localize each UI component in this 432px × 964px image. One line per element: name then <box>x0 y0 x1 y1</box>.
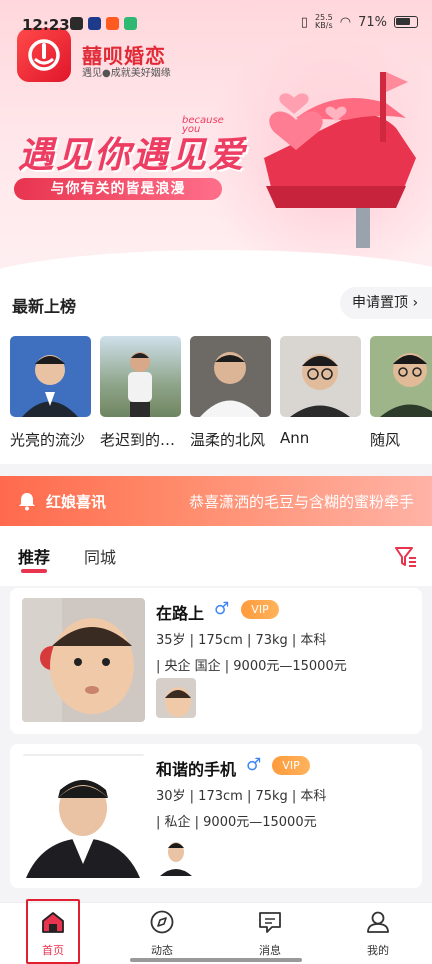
apply-top-button[interactable]: 申请置顶 › <box>340 287 432 319</box>
profile-nickname: 和谐的手机 <box>156 760 237 779</box>
person-photo <box>380 353 432 417</box>
battery-icon <box>394 16 418 28</box>
user-icon <box>367 911 389 933</box>
child-photo <box>22 598 134 722</box>
latest-item[interactable]: 随风 <box>370 336 432 450</box>
profile-card[interactable]: 和谐的手机 ♂ VIP 30岁 | 173cm | 75kg | 本科 | 私企… <box>10 744 422 888</box>
app-notification-icon <box>106 17 119 30</box>
vip-badge: VIP <box>241 600 279 619</box>
person-photo <box>200 352 260 417</box>
avatar <box>370 336 432 417</box>
apply-top-label: 申请置顶 <box>352 295 408 311</box>
selected-nav-highlight <box>26 899 80 964</box>
vibrate-icon: ▯ <box>300 14 308 30</box>
male-icon: ♂ <box>246 755 262 775</box>
home-indicator[interactable] <box>130 958 302 962</box>
wifi-icon: ◠ <box>339 14 352 30</box>
profile-basic-info: 35岁 | 175cm | 73kg | 本科 <box>156 633 327 648</box>
latest-item-name: Ann <box>280 429 310 447</box>
latest-item-name: 随风 <box>370 431 401 449</box>
news-message: 恭喜潇洒的毛豆与含糊的蜜粉牵手 <box>188 493 414 511</box>
matchmaker-news-bar[interactable]: 红娘喜讯 恭喜潇洒的毛豆与含糊的蜜粉牵手 <box>0 476 432 526</box>
nav-messages-label: 消息 <box>259 944 281 957</box>
latest-section: 最新上榜 申请置顶 › 光亮的流沙 老迟到的… 温柔的北风 Ann 随风 <box>0 282 432 464</box>
profile-card[interactable]: 在路上 ♂ VIP 35岁 | 175cm | 73kg | 本科 | 央企 国… <box>10 588 422 734</box>
message-icon <box>259 912 281 933</box>
avatar <box>10 336 91 417</box>
avatar <box>100 336 181 417</box>
thumbnail-photo <box>160 842 192 876</box>
chevron-right-icon: › <box>412 295 419 311</box>
nav-moments-label: 动态 <box>151 944 173 957</box>
latest-item[interactable]: 光亮的流沙 <box>10 336 91 450</box>
battery-percent: 71% <box>358 14 387 30</box>
net-speed-unit: KB/s <box>315 21 333 30</box>
profile-nickname: 在路上 <box>156 604 205 623</box>
feed-tabs: 推荐 同城 <box>0 526 432 586</box>
profile-thumbnail[interactable] <box>156 836 196 876</box>
profile-thumbnail[interactable] <box>156 678 196 718</box>
person-photo <box>22 754 145 878</box>
latest-title: 最新上榜 <box>12 297 77 316</box>
app-notification-icon <box>124 17 137 30</box>
male-icon: ♂ <box>214 599 230 619</box>
banner-because: because you <box>182 115 224 135</box>
app-notification-icon <box>88 17 101 30</box>
active-tab-indicator <box>21 569 47 573</box>
avatar <box>280 336 361 417</box>
latest-item[interactable]: 温柔的北风 <box>190 336 271 450</box>
person-photo <box>22 355 78 417</box>
news-label: 红娘喜讯 <box>46 493 107 511</box>
latest-item-name: 温柔的北风 <box>190 431 266 449</box>
tab-recommend[interactable]: 推荐 <box>18 544 50 568</box>
banner-tagline: 与你有关的皆是浪漫 <box>14 178 222 200</box>
profile-photo <box>22 754 145 878</box>
latest-item-name: 老迟到的… <box>100 431 176 449</box>
thumbnail-photo <box>165 687 191 717</box>
app-notification-icon <box>70 17 83 30</box>
profile-work-income: | 私企 | 9000元—15000元 <box>156 815 317 830</box>
vip-badge: VIP <box>272 756 310 775</box>
mailbox-illustration <box>264 72 416 248</box>
status-right: ▯ 25.5 KB/s ◠ 71% <box>301 14 418 30</box>
avatar <box>190 336 271 417</box>
nav-moments[interactable]: 动态 <box>122 909 202 958</box>
profile-photo <box>22 598 145 722</box>
latest-list: 光亮的流沙 老迟到的… 温柔的北风 Ann 随风 <box>10 336 432 450</box>
profile-work-income: | 央企 国企 | 9000元—15000元 <box>156 659 347 674</box>
bell-icon <box>19 493 35 511</box>
compass-icon <box>150 910 174 934</box>
profile-basic-info: 30岁 | 173cm | 75kg | 本科 <box>156 789 327 804</box>
app-tagline: 遇见●成就美好姻缘 <box>82 68 171 79</box>
person-photo <box>290 354 350 417</box>
status-time: 12:23 <box>22 16 70 34</box>
net-speed: 25.5 KB/s <box>315 14 333 30</box>
filter-icon[interactable] <box>394 546 418 568</box>
nav-mine[interactable]: 我的 <box>338 909 418 958</box>
latest-item[interactable]: 老迟到的… <box>100 336 181 450</box>
latest-item-name: 光亮的流沙 <box>10 431 86 449</box>
tab-same-city[interactable]: 同城 <box>84 544 116 568</box>
status-app-icons <box>70 17 137 30</box>
status-bar: 12:23 ▯ 25.5 KB/s ◠ 71% <box>0 0 432 50</box>
nav-messages[interactable]: 消息 <box>230 909 310 958</box>
latest-item[interactable]: Ann <box>280 336 361 450</box>
person-photo <box>128 352 152 417</box>
nav-mine-label: 我的 <box>367 944 389 957</box>
